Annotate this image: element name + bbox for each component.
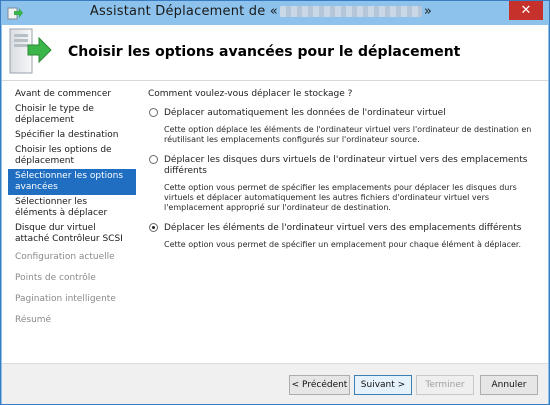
- radio-move-items[interactable]: [149, 223, 158, 232]
- next-button[interactable]: Suivant >: [354, 375, 412, 395]
- step-type-deplacement[interactable]: Choisir le type de déplacement: [8, 102, 136, 128]
- step-avant-de-commencer[interactable]: Avant de commencer: [8, 87, 136, 102]
- option-description: Cette option déplace les éléments de l'o…: [164, 125, 532, 144]
- title-prefix: Assistant Déplacement de «: [89, 4, 278, 19]
- option-label[interactable]: Déplacer les disques durs virtuels de l'…: [164, 155, 540, 177]
- step-pagination: Pagination intelligente: [15, 294, 116, 304]
- cancel-button[interactable]: Annuler: [480, 375, 538, 395]
- option-description: Cette option vous permet de spécifier un…: [164, 240, 522, 249]
- radio-move-vhd[interactable]: [149, 155, 158, 164]
- options-panel: Comment voulez-vous déplacer le stockage…: [148, 89, 540, 260]
- option-label[interactable]: Déplacer automatiquement les données de …: [164, 108, 540, 119]
- title-bar[interactable]: Assistant Déplacement de « » ✕: [1, 1, 549, 25]
- page-title: Choisir les options avancées pour le dép…: [68, 44, 461, 60]
- radio-auto-move[interactable]: [149, 108, 158, 117]
- finish-button: Terminer: [416, 375, 474, 395]
- option-description: Cette option vous permet de spécifier le…: [164, 183, 517, 212]
- option-move-items[interactable]: Déplacer les éléments de l'ordinateur vi…: [148, 223, 540, 250]
- step-configuration-actuelle: Configuration actuelle: [15, 252, 115, 262]
- step-elements-deplacer[interactable]: Sélectionner les éléments à déplacer: [8, 195, 136, 221]
- option-auto-move[interactable]: Déplacer automatiquement les données de …: [148, 108, 540, 145]
- step-disque-scsi[interactable]: Disque dur virtuel attaché Contrôleur SC…: [8, 221, 136, 247]
- wizard-content: Avant de commencer Choisir le type de dé…: [2, 81, 548, 363]
- option-move-vhd[interactable]: Déplacer les disques durs virtuels de l'…: [148, 155, 540, 213]
- wizard-footer: < Précédent Suivant > Terminer Annuler: [2, 363, 548, 404]
- wizard-window: Assistant Déplacement de « » ✕ Choisir le…: [0, 0, 550, 405]
- window-title: Assistant Déplacement de « »: [1, 4, 521, 19]
- server-arrow-icon: [9, 28, 52, 74]
- option-label[interactable]: Déplacer les éléments de l'ordinateur vi…: [164, 223, 540, 234]
- step-options-avancees[interactable]: Sélectionner les options avancées: [8, 169, 136, 195]
- wizard-header: Choisir les options avancées pour le dép…: [2, 25, 548, 81]
- step-points-controle: Points de contrôle: [15, 273, 96, 283]
- steps-sidebar: Avant de commencer Choisir le type de dé…: [8, 87, 136, 331]
- step-destination[interactable]: Spécifier la destination: [8, 128, 136, 143]
- step-options-deplacement[interactable]: Choisir les options de déplacement: [8, 143, 136, 169]
- title-suffix: »: [423, 4, 433, 19]
- redacted-vm-name: [279, 6, 422, 17]
- storage-question: Comment voulez-vous déplacer le stockage…: [148, 89, 353, 99]
- close-button[interactable]: ✕: [509, 1, 543, 20]
- step-resume: Résumé: [15, 315, 52, 325]
- previous-button[interactable]: < Précédent: [289, 375, 350, 395]
